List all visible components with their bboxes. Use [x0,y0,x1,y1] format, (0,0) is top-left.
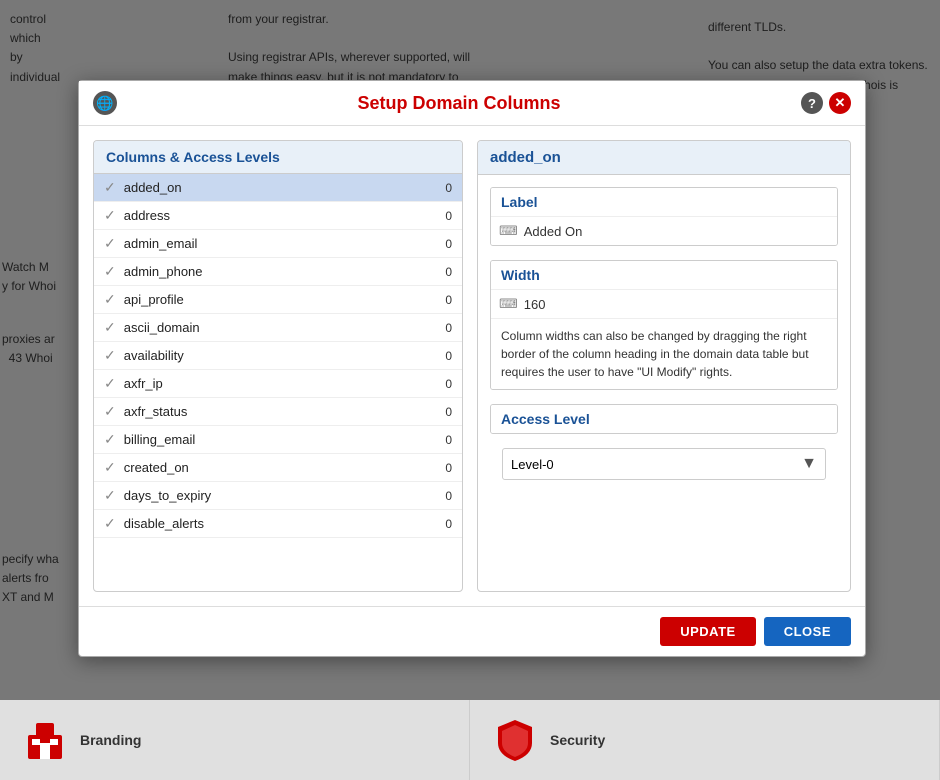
modal-body: Columns & Access Levels ✓ added_on 0 ✓ a… [79,126,865,606]
label-value: Added On [524,224,583,239]
access-level-select-wrap[interactable]: Level-0 Level-1 Level-2 ▼ [502,448,826,480]
check-icon: ✓ [104,263,116,280]
setup-domain-columns-modal: 🌐 Setup Domain Columns ? ✕ Columns & Acc… [78,80,866,657]
modal-footer: UPDATE CLOSE [79,606,865,656]
bottom-section: Branding Security [0,700,940,780]
check-icon: ✓ [104,319,116,336]
column-item[interactable]: ✓ axfr_status 0 [94,398,462,426]
check-icon: ✓ [104,431,116,448]
close-button[interactable]: CLOSE [764,617,851,646]
branding-icon [20,715,70,765]
column-badge: 0 [432,433,452,447]
column-name: axfr_status [124,404,432,419]
width-section-title: Width [491,261,837,289]
right-panel-body: Label ⌨ Added On Width ⌨ 160 Column widt… [478,175,850,504]
left-panel: Columns & Access Levels ✓ added_on 0 ✓ a… [93,140,463,592]
column-name: address [124,208,432,223]
column-item[interactable]: ✓ created_on 0 [94,454,462,482]
label-section-title: Label [491,188,837,216]
column-badge: 0 [432,265,452,279]
column-badge: 0 [432,209,452,223]
column-item[interactable]: ✓ axfr_ip 0 [94,370,462,398]
access-level-select[interactable]: Level-0 Level-1 Level-2 [511,457,801,472]
column-name: admin_email [124,236,432,251]
branding-item: Branding [0,700,470,780]
label-input-row: ⌨ Added On [491,216,837,245]
security-item: Security [470,700,940,780]
modal-title: Setup Domain Columns [117,93,801,114]
access-level-section: Access Level [490,404,838,434]
width-section: Width ⌨ 160 Column widths can also be ch… [490,260,838,390]
column-name: billing_email [124,432,432,447]
column-badge: 0 [432,349,452,363]
check-icon: ✓ [104,403,116,420]
column-item[interactable]: ✓ billing_email 0 [94,426,462,454]
check-icon: ✓ [104,291,116,308]
column-name: days_to_expiry [124,488,432,503]
right-panel: added_on Label ⌨ Added On Width ⌨ 160 [477,140,851,592]
column-item[interactable]: ✓ api_profile 0 [94,286,462,314]
column-item[interactable]: ✓ address 0 [94,202,462,230]
column-badge: 0 [432,181,452,195]
column-name: admin_phone [124,264,432,279]
label-section: Label ⌨ Added On [490,187,838,246]
column-name: api_profile [124,292,432,307]
check-icon: ✓ [104,375,116,392]
modal-header-icons: ? ✕ [801,92,851,114]
update-button[interactable]: UPDATE [660,617,755,646]
column-item[interactable]: ✓ disable_alerts 0 [94,510,462,538]
column-badge: 0 [432,517,452,531]
check-icon: ✓ [104,179,116,196]
column-name: disable_alerts [124,516,432,531]
column-name: axfr_ip [124,376,432,391]
column-badge: 0 [432,489,452,503]
help-icon[interactable]: ? [801,92,823,114]
right-panel-header: added_on [478,141,850,175]
column-list: ✓ added_on 0 ✓ address 0 ✓ admin_email 0… [94,174,462,538]
chevron-down-icon: ▼ [801,455,817,473]
check-icon: ✓ [104,515,116,532]
column-badge: 0 [432,405,452,419]
security-icon [490,715,540,765]
column-item[interactable]: ✓ ascii_domain 0 [94,314,462,342]
column-item[interactable]: ✓ availability 0 [94,342,462,370]
column-name: created_on [124,460,432,475]
check-icon: ✓ [104,347,116,364]
width-value: 160 [524,297,546,312]
column-item[interactable]: ✓ added_on 0 [94,174,462,202]
access-level-title: Access Level [491,405,837,433]
column-item[interactable]: ✓ days_to_expiry 0 [94,482,462,510]
columns-panel-header: Columns & Access Levels [94,141,462,174]
close-x-icon[interactable]: ✕ [829,92,851,114]
keyboard-icon-label: ⌨ [499,223,518,239]
column-name: availability [124,348,432,363]
keyboard-icon-width: ⌨ [499,296,518,312]
modal-header: 🌐 Setup Domain Columns ? ✕ [79,81,865,126]
branding-label: Branding [80,732,141,748]
column-name: ascii_domain [124,320,432,335]
check-icon: ✓ [104,207,116,224]
check-icon: ✓ [104,459,116,476]
width-input-row: ⌨ 160 [491,289,837,318]
column-badge: 0 [432,461,452,475]
width-note: Column widths can also be changed by dra… [491,318,837,389]
column-badge: 0 [432,293,452,307]
column-name: added_on [124,180,432,195]
globe-icon: 🌐 [93,91,117,115]
column-badge: 0 [432,237,452,251]
column-badge: 0 [432,377,452,391]
column-badge: 0 [432,321,452,335]
security-label: Security [550,732,605,748]
column-item[interactable]: ✓ admin_email 0 [94,230,462,258]
check-icon: ✓ [104,235,116,252]
column-item[interactable]: ✓ admin_phone 0 [94,258,462,286]
check-icon: ✓ [104,487,116,504]
